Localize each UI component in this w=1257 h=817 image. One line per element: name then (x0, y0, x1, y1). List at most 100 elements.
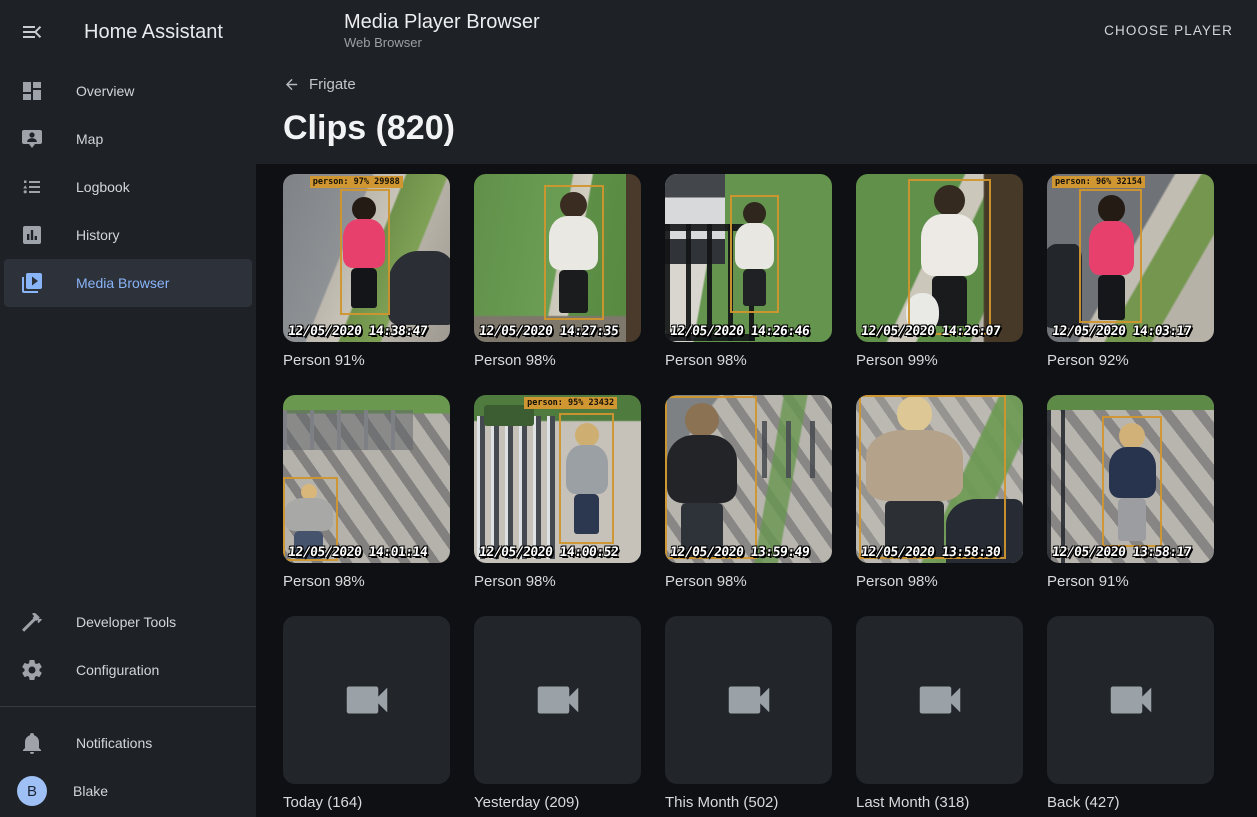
clip-timestamp-overlay: 12/05/2020 14:00:52 (478, 545, 619, 560)
clip-thumbnail: person: 97% 29988 12/05/2020 14:38:47 (283, 174, 450, 342)
media-clip[interactable]: 12/05/2020 13:58:30 Person 98% (856, 395, 1023, 591)
sidebar-item-map[interactable]: Map (4, 115, 252, 163)
sidebar-item-label: Notifications (76, 735, 152, 751)
folder-thumbnail (665, 616, 832, 784)
folder-thumbnail (283, 616, 450, 784)
clip-label: Person 98% (474, 573, 641, 591)
media-clip[interactable]: 12/05/2020 13:59:49 Person 98% (665, 395, 832, 591)
video-camera-icon (531, 673, 585, 727)
account-tooltip-icon (20, 127, 44, 151)
clip-timestamp-overlay: 12/05/2020 14:01:14 (287, 545, 428, 560)
page-title: Clips (820) (283, 108, 1257, 148)
breadcrumb[interactable]: Frigate (283, 74, 356, 94)
detection-bounding-box (1102, 416, 1162, 547)
clip-timestamp-overlay: 12/05/2020 13:58:30 (860, 545, 1001, 560)
media-clip[interactable]: 12/05/2020 14:26:07 Person 99% (856, 174, 1023, 370)
folder-thumbnail (474, 616, 641, 784)
sidebar-item-configuration[interactable]: Configuration (4, 646, 252, 694)
detection-score-chip: person: 95% 23432 (524, 397, 617, 409)
detection-bounding-box (665, 396, 757, 559)
scene-prop (388, 251, 450, 325)
detection-score-chip: person: 97% 29988 (310, 176, 403, 188)
sidebar-item-notifications[interactable]: Notifications (4, 719, 252, 767)
sidebar-item-label: Logbook (76, 179, 130, 195)
media-clip[interactable]: person: 95% 23432 12/05/2020 14:00:52 Pe… (474, 395, 641, 591)
choose-player-button[interactable]: CHOOSE PLAYER (1092, 15, 1245, 46)
detection-bounding-box (340, 189, 390, 315)
detection-bounding-box (859, 395, 1006, 560)
media-grid: person: 97% 29988 12/05/2020 14:38:47 Pe… (283, 174, 1257, 812)
play-box-multiple-icon (20, 271, 44, 295)
clip-thumbnail: 12/05/2020 14:27:35 (474, 174, 641, 342)
toolbar-title-block: Media Player Browser Web Browser (344, 10, 540, 50)
video-camera-icon (1104, 673, 1158, 727)
avatar: B (17, 776, 47, 806)
media-clip[interactable]: person: 96% 32154 12/05/2020 14:03:17 Pe… (1047, 174, 1214, 370)
folder-label: Back (427) (1047, 794, 1214, 812)
clip-label: Person 92% (1047, 352, 1214, 370)
sidebar-item-logbook[interactable]: Logbook (4, 163, 252, 211)
sidebar-item-developer-tools[interactable]: Developer Tools (4, 598, 252, 646)
sidebar-item-label: Configuration (76, 662, 159, 678)
detection-bounding-box (559, 413, 614, 544)
media-folder[interactable]: Yesterday (209) (474, 616, 641, 812)
clip-thumbnail: 12/05/2020 14:26:46 (665, 174, 832, 342)
bell-icon (20, 731, 44, 755)
hammer-icon (20, 610, 44, 634)
gear-icon (20, 658, 44, 682)
app-toolbar: Media Player Browser Web Browser CHOOSE … (256, 0, 1257, 60)
media-folder[interactable]: This Month (502) (665, 616, 832, 812)
clip-thumbnail: person: 96% 32154 12/05/2020 14:03:17 (1047, 174, 1214, 342)
scene-prop (1047, 244, 1082, 328)
app-title: Home Assistant (84, 21, 223, 44)
scene-prop (283, 410, 413, 450)
main-panel: Media Player Browser Web Browser CHOOSE … (256, 0, 1257, 817)
sidebar-item-history[interactable]: History (4, 211, 252, 259)
clip-timestamp-overlay: 12/05/2020 14:38:47 (287, 324, 428, 339)
scene-prop (1047, 395, 1074, 563)
sidebar-toggle-button[interactable] (20, 20, 44, 44)
clip-thumbnail: person: 95% 23432 12/05/2020 14:00:52 (474, 395, 641, 563)
clip-thumbnail: 12/05/2020 13:59:49 (665, 395, 832, 563)
folder-thumbnail (1047, 616, 1214, 784)
clip-label: Person 98% (665, 352, 832, 370)
video-camera-icon (722, 673, 776, 727)
clip-timestamp-overlay: 12/05/2020 14:26:46 (669, 324, 810, 339)
scene-prop (477, 416, 561, 559)
content-area: person: 97% 29988 12/05/2020 14:38:47 Pe… (256, 164, 1257, 817)
media-clip[interactable]: 12/05/2020 14:26:46 Person 98% (665, 174, 832, 370)
media-clip[interactable]: 12/05/2020 14:27:35 Person 98% (474, 174, 641, 370)
media-folder[interactable]: Back (427) (1047, 616, 1214, 812)
media-clip[interactable]: 12/05/2020 13:58:17 Person 91% (1047, 395, 1214, 591)
clip-timestamp-overlay: 12/05/2020 14:27:35 (478, 324, 619, 339)
media-folder[interactable]: Last Month (318) (856, 616, 1023, 812)
sidebar-item-label: Blake (73, 783, 108, 799)
sidebar-item-media-browser[interactable]: Media Browser (4, 259, 252, 307)
clip-label: Person 98% (474, 352, 641, 370)
page-header: Frigate Clips (820) (256, 60, 1257, 164)
folder-thumbnail (856, 616, 1023, 784)
folder-label: Yesterday (209) (474, 794, 641, 812)
sidebar-item-label: Developer Tools (76, 614, 176, 630)
page-toolbar-title: Media Player Browser (344, 10, 540, 34)
sidebar-item-label: Media Browser (76, 275, 169, 291)
list-icon (20, 175, 44, 199)
clip-timestamp-overlay: 12/05/2020 14:26:07 (860, 324, 1001, 339)
clip-label: Person 98% (283, 573, 450, 591)
sidebar-bottom: Developer Tools Configuration Notificati… (0, 598, 256, 817)
media-clip[interactable]: person: 97% 29988 12/05/2020 14:38:47 Pe… (283, 174, 450, 370)
media-folder[interactable]: Today (164) (283, 616, 450, 812)
clip-timestamp-overlay: 12/05/2020 14:03:17 (1051, 324, 1192, 339)
media-clip[interactable]: 12/05/2020 14:01:14 Person 98% (283, 395, 450, 591)
sidebar-item-profile[interactable]: B Blake (4, 767, 252, 815)
sidebar-item-label: Map (76, 131, 103, 147)
clip-label: Person 91% (1047, 573, 1214, 591)
sidebar: Home Assistant Overview Map Logbook Hist… (0, 0, 256, 817)
folder-label: Last Month (318) (856, 794, 1023, 812)
sidebar-item-overview[interactable]: Overview (4, 67, 252, 115)
clip-thumbnail: 12/05/2020 13:58:30 (856, 395, 1023, 563)
clip-timestamp-overlay: 12/05/2020 13:58:17 (1051, 545, 1192, 560)
detection-bounding-box (1079, 189, 1142, 323)
scene-prop (1047, 395, 1214, 410)
folder-label: Today (164) (283, 794, 450, 812)
